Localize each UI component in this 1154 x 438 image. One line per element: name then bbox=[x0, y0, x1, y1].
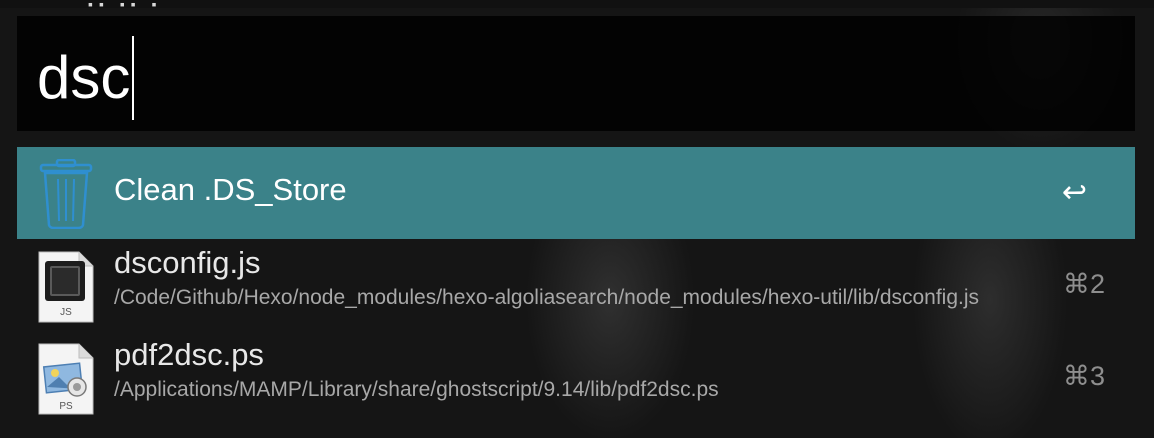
result-title: Clean .DS_Store bbox=[114, 172, 347, 207]
result-title: pdf2dsc.ps bbox=[114, 337, 264, 372]
shortcut-cmd-3: ⌘3 bbox=[1062, 361, 1105, 391]
result-path: /Code/Github/Hexo/node_modules/hexo-algo… bbox=[114, 286, 980, 309]
ps-file-label: PS bbox=[59, 401, 73, 412]
js-file-icon: JS bbox=[37, 251, 95, 323]
background-text: ▪▪ ▪▪ ▪ bbox=[88, 0, 163, 12]
trash-icon bbox=[37, 158, 95, 230]
js-file-label: JS bbox=[60, 307, 72, 318]
search-input[interactable]: dsc bbox=[37, 36, 135, 120]
search-query: dsc bbox=[37, 44, 131, 111]
return-key-icon: ↩ bbox=[1061, 176, 1087, 209]
alfred-window: ▪▪ ▪▪ ▪ dsc Clean .DS_Store ↩ JS dsconfi… bbox=[0, 0, 1154, 438]
search-box[interactable]: dsc bbox=[17, 16, 1135, 131]
result-title: dsconfig.js bbox=[114, 245, 261, 280]
background-strip: ▪▪ ▪▪ ▪ bbox=[0, 0, 1154, 12]
result-item-clean-ds-store[interactable]: Clean .DS_Store ↩ bbox=[17, 147, 1135, 239]
result-item-dsconfig-js[interactable]: JS dsconfig.js /Code/Github/Hexo/node_mo… bbox=[17, 239, 1135, 331]
result-path: /Applications/MAMP/Library/share/ghostsc… bbox=[114, 378, 719, 401]
text-caret bbox=[132, 36, 135, 120]
shortcut-cmd-2: ⌘2 bbox=[1062, 269, 1105, 299]
results-list: Clean .DS_Store ↩ JS dsconfig.js /Code/G… bbox=[17, 147, 1135, 423]
result-item-pdf2dsc-ps[interactable]: PS pdf2dsc.ps /Applications/MAMP/Library… bbox=[17, 331, 1135, 423]
ps-file-icon: PS bbox=[37, 343, 95, 415]
